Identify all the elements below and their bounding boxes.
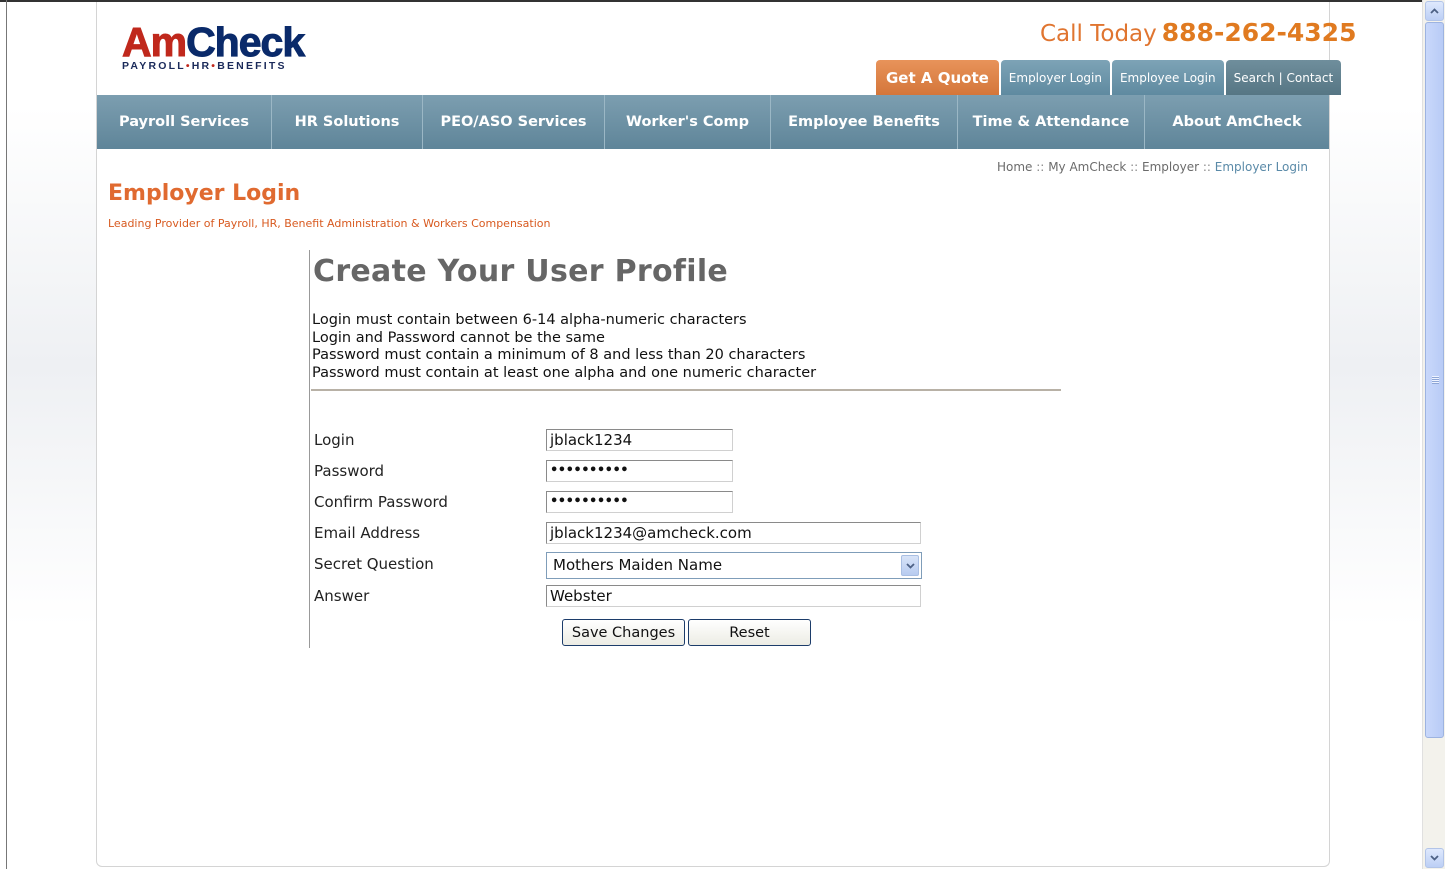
login-input[interactable]: jblack1234	[546, 429, 733, 451]
arrow-down-icon[interactable]	[1425, 848, 1444, 868]
reset-button[interactable]: Reset	[688, 619, 811, 646]
form-heading: Create Your User Profile	[313, 254, 729, 289]
logo-tagline: PAYROLL•HR•BENEFITS	[122, 60, 287, 72]
user-profile-form: Create Your User Profile Login must cont…	[309, 250, 1061, 648]
breadcrumb-employer[interactable]: Employer	[1142, 160, 1199, 174]
phone-number: 888-262-4325	[1161, 18, 1357, 47]
arrow-up-icon[interactable]	[1425, 1, 1444, 21]
scrollbar-thumb[interactable]	[1425, 22, 1444, 738]
secret-question-label: Secret Question	[314, 555, 434, 573]
profile-rules: Login must contain between 6-14 alpha-nu…	[312, 312, 816, 382]
page-subtitle: Leading Provider of Payroll, HR, Benefit…	[108, 217, 551, 230]
email-input[interactable]: jblack1234@amcheck.com	[546, 522, 921, 544]
breadcrumb-separator: ::	[1036, 160, 1045, 174]
breadcrumb-employer-login[interactable]: Employer Login	[1215, 160, 1308, 174]
breadcrumb-my-amcheck[interactable]: My AmCheck	[1048, 160, 1126, 174]
email-label: Email Address	[314, 524, 421, 542]
employer-login-tab[interactable]: Employer Login	[1000, 60, 1110, 95]
password-label: Password	[314, 462, 385, 480]
nav-item-about-amcheck[interactable]: About AmCheck	[1145, 95, 1329, 149]
form-left-divider	[309, 250, 310, 648]
nav-item-hr-solutions[interactable]: HR Solutions	[272, 95, 423, 149]
page-title: Employer Login	[108, 181, 301, 206]
employee-login-tab[interactable]: Employee Login	[1111, 60, 1224, 95]
get-a-quote-tab[interactable]: Get A Quote	[876, 60, 999, 95]
main-nav: Payroll Services HR Solutions PEO/ASO Se…	[97, 95, 1329, 149]
login-label: Login	[314, 431, 355, 449]
call-today-phone: Call Today 888-262-4325	[1040, 18, 1356, 47]
nav-item-workers-comp[interactable]: Worker's Comp	[605, 95, 771, 149]
breadcrumb-separator: ::	[1202, 160, 1211, 174]
confirm-password-input[interactable]: ••••••••••	[546, 491, 733, 513]
rule-text: Password must contain at least one alpha…	[312, 364, 817, 381]
chevron-down-icon[interactable]	[901, 555, 919, 576]
logo-wordmark: AmCheck	[121, 19, 305, 65]
answer-input[interactable]: Webster	[546, 585, 921, 607]
rule-text: Password must contain a minimum of 8 and…	[312, 347, 806, 363]
save-changes-button[interactable]: Save Changes	[562, 619, 685, 646]
secret-question-value: Mothers Maiden Name	[553, 556, 723, 574]
answer-label: Answer	[314, 587, 370, 605]
nav-item-time-attendance[interactable]: Time & Attendance	[958, 95, 1145, 149]
rule-text: Login and Password cannot be the same	[312, 329, 605, 346]
search-contact-tab[interactable]: Search | Contact	[1225, 60, 1342, 95]
confirm-password-label: Confirm Password	[314, 493, 448, 511]
rule-text: Login must contain between 6-14 alpha-nu…	[312, 312, 747, 328]
breadcrumb: Home :: My AmCheck :: Employer :: Employ…	[997, 160, 1308, 174]
password-input[interactable]: ••••••••••	[546, 460, 733, 482]
secret-question-select[interactable]: Mothers Maiden Name	[546, 552, 922, 579]
grip-icon	[1432, 376, 1439, 384]
nav-item-employee-benefits[interactable]: Employee Benefits	[771, 95, 958, 149]
breadcrumb-home[interactable]: Home	[997, 160, 1032, 174]
vertical-scrollbar[interactable]	[1422, 0, 1445, 869]
rules-divider	[311, 389, 1061, 391]
amcheck-logo[interactable]: AmCheck PAYROLL•HR•BENEFITS	[121, 19, 305, 72]
nav-item-payroll-services[interactable]: Payroll Services	[97, 95, 272, 149]
breadcrumb-separator: ::	[1130, 160, 1139, 174]
call-today-label: Call Today	[1040, 21, 1157, 47]
nav-item-peo-aso-services[interactable]: PEO/ASO Services	[423, 95, 605, 149]
top-tabs: Get A Quote Employer Login Employee Logi…	[876, 60, 1342, 95]
